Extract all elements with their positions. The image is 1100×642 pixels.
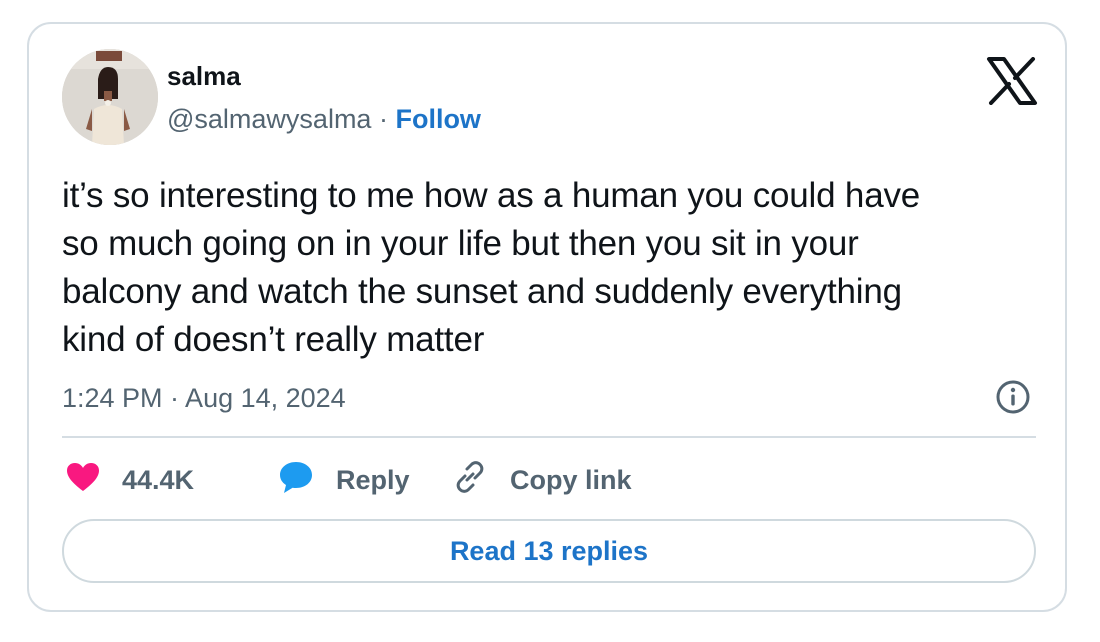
link-icon [452, 459, 488, 502]
tweet-timestamp[interactable]: 1:24 PM · Aug 14, 2024 [62, 381, 346, 415]
avatar[interactable] [62, 49, 158, 145]
speech-bubble-icon [278, 460, 314, 501]
action-bar: 44.4K Reply Copy link [62, 456, 632, 504]
heart-icon [66, 462, 100, 499]
divider [62, 436, 1036, 438]
like-button[interactable]: 44.4K [62, 462, 274, 499]
author-handle-row: @salmawysalma · Follow [167, 102, 481, 136]
author-name[interactable]: salma [167, 60, 241, 92]
follow-button[interactable]: Follow [395, 104, 480, 134]
handle-separator: · [371, 104, 396, 134]
copy-link-label: Copy link [510, 464, 632, 495]
info-icon[interactable] [995, 379, 1031, 415]
reply-label: Reply [336, 464, 410, 495]
avatar-photo [62, 49, 158, 145]
like-count: 44.4K [122, 464, 195, 495]
reply-button[interactable]: Reply [274, 460, 450, 501]
author-handle[interactable]: @salmawysalma [167, 104, 371, 134]
tweet-text: it’s so interesting to me how as a human… [62, 176, 921, 359]
copy-link-button[interactable]: Copy link [450, 459, 632, 502]
read-replies-button[interactable]: Read 13 replies [62, 519, 1036, 583]
tweet-card: salma @salmawysalma · Follow it’s so int… [27, 22, 1067, 612]
x-logo-icon[interactable] [986, 57, 1038, 105]
